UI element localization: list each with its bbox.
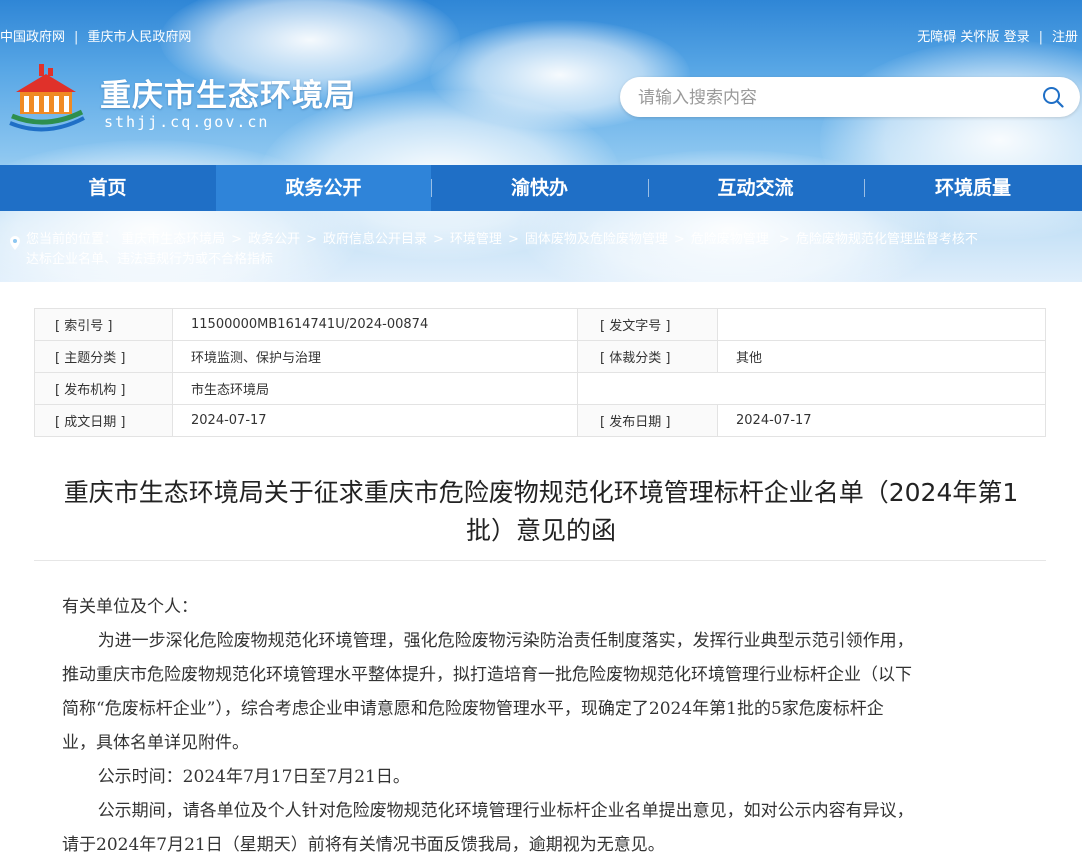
- link-register[interactable]: 注册: [1052, 26, 1078, 45]
- breadcrumb-current[interactable]: 危险废物规范化管理监督考核不: [796, 232, 978, 247]
- title-divider: [34, 560, 1046, 561]
- search-box: [620, 77, 1080, 117]
- article-title: 重庆市生态环境局关于征求重庆市危险废物规范化环境管理标杆企业名单（2024年第1…: [26, 474, 1056, 550]
- docno-label: [ 发文字号 ]: [577, 308, 718, 341]
- published-date-value: 2024-07-17: [717, 404, 1046, 437]
- location-pin-icon: [10, 236, 20, 250]
- site-header: 中国政府网 | 重庆市人民政府网 无障碍 关怀版 登录 | 注册 重庆市生态环境局 st…: [0, 0, 1082, 282]
- nav-env-quality[interactable]: 环境质量: [864, 165, 1082, 211]
- article-body: 有关单位及个人： 为进一步深化危险废物规范化环境管理，强化危险废物污染防治责任制…: [62, 590, 1022, 862]
- link-login[interactable]: 登录: [1004, 26, 1030, 45]
- site-title[interactable]: 重庆市生态环境局: [100, 70, 356, 115]
- org-value: 市生态环境局: [172, 372, 578, 405]
- created-date-label: [ 成文日期 ]: [34, 404, 173, 437]
- table-row: [ 索引号 ] 11500000MB1614741U/2024-00874 [ …: [34, 308, 1046, 341]
- breadcrumb-item[interactable]: 固体废物及危险废物管理: [525, 232, 668, 247]
- nav-yukuaiban[interactable]: 渝快办: [432, 165, 647, 211]
- nav-interaction[interactable]: 互动交流: [648, 165, 863, 211]
- genre-label: [ 体裁分类 ]: [577, 340, 718, 373]
- paragraph-line: 公示期间，请各单位及个人针对危险废物规范化环境管理行业标杆企业名单提出意见，如对…: [97, 801, 914, 821]
- content-panel: [ 索引号 ] 11500000MB1614741U/2024-00874 [ …: [0, 282, 1082, 868]
- breadcrumb-item[interactable]: 重庆市生态环境局: [121, 232, 225, 247]
- breadcrumb-prefix: 您当前的位置：: [26, 232, 118, 247]
- org-label: [ 发布机构 ]: [34, 372, 173, 405]
- breadcrumb-current-cont[interactable]: 达标企业名单、违法违规行为或不合格指标: [26, 250, 273, 270]
- index-value: 11500000MB1614741U/2024-00874: [172, 308, 578, 341]
- published-date-label: [ 发布日期 ]: [577, 404, 718, 437]
- government-emblem-icon[interactable]: [6, 60, 86, 134]
- salutation: 有关单位及个人：: [62, 597, 198, 617]
- link-gov-cn[interactable]: 中国政府网: [0, 26, 65, 45]
- site-domain: sthjj.cq.gov.cn: [104, 113, 270, 131]
- index-label: [ 索引号 ]: [34, 308, 173, 341]
- document-info-table: [ 索引号 ] 11500000MB1614741U/2024-00874 [ …: [34, 308, 1046, 437]
- link-cq-gov[interactable]: 重庆市人民政府网: [87, 26, 191, 45]
- nav-gov-affairs[interactable]: 政务公开: [216, 165, 431, 211]
- breadcrumb-item[interactable]: 危险废物管理: [691, 232, 769, 247]
- divider: |: [1038, 30, 1043, 45]
- paragraph-line: 简称“危废标杆企业”），综合考虑企业申请意愿和危险废物管理水平，现确定了2024…: [62, 699, 884, 719]
- table-row: [ 发布机构 ] 市生态环境局: [34, 372, 1046, 405]
- created-date-value: 2024-07-17: [172, 404, 578, 437]
- topic-label: [ 主题分类 ]: [34, 340, 173, 373]
- nav-home[interactable]: 首页: [0, 165, 215, 211]
- empty-cell: [577, 372, 1046, 405]
- docno-value: [717, 308, 1046, 341]
- paragraph-line: 请于2024年7月21日（星期天）前将有关情况书面反馈我局，逾期视为无意见。: [62, 835, 665, 855]
- genre-value: 其他: [717, 340, 1046, 373]
- breadcrumb-item[interactable]: 政务公开: [248, 232, 300, 247]
- search-input[interactable]: [636, 85, 1020, 111]
- table-row: [ 成文日期 ] 2024-07-17 [ 发布日期 ] 2024-07-17: [34, 404, 1046, 437]
- article-title-line: 批）意见的函: [465, 516, 616, 545]
- link-care-version[interactable]: 关怀版: [960, 26, 999, 45]
- breadcrumb: 您当前的位置： 重庆市生态环境局 > 政务公开 > 政府信息公开目录 > 环境管理 > 固体废物…: [0, 226, 1082, 270]
- link-accessibility[interactable]: 无障碍: [917, 26, 956, 45]
- paragraph-notice-period: 公示时间：2024年7月17日至7月21日。: [97, 767, 410, 787]
- paragraph-line: 为进一步深化危险废物规范化环境管理，强化危险废物污染防治责任制度落实，发挥行业典…: [97, 631, 914, 651]
- article-title-line: 重庆市生态环境局关于征求重庆市危险废物规范化环境管理标杆企业名单（2024年第1: [63, 478, 1019, 507]
- table-row: [ 主题分类 ] 环境监测、保护与治理 [ 体裁分类 ] 其他: [34, 340, 1046, 373]
- search-icon[interactable]: [1042, 86, 1064, 108]
- breadcrumb-item[interactable]: 政府信息公开目录: [323, 232, 427, 247]
- paragraph-line: 业，具体名单详见附件。: [62, 733, 249, 753]
- paragraph-line: 推动重庆市危险废物规范化环境管理水平整体提升，拟打造培育一批危险废物规范化环境管…: [62, 665, 912, 685]
- top-links-bar: 中国政府网 | 重庆市人民政府网 无障碍 关怀版 登录 | 注册: [0, 26, 1082, 45]
- main-nav: 首页 政务公开 渝快办 互动交流 环境质量: [0, 165, 1082, 211]
- divider: |: [74, 30, 79, 45]
- topic-value: 环境监测、保护与治理: [172, 340, 578, 373]
- breadcrumb-item[interactable]: 环境管理: [450, 232, 502, 247]
